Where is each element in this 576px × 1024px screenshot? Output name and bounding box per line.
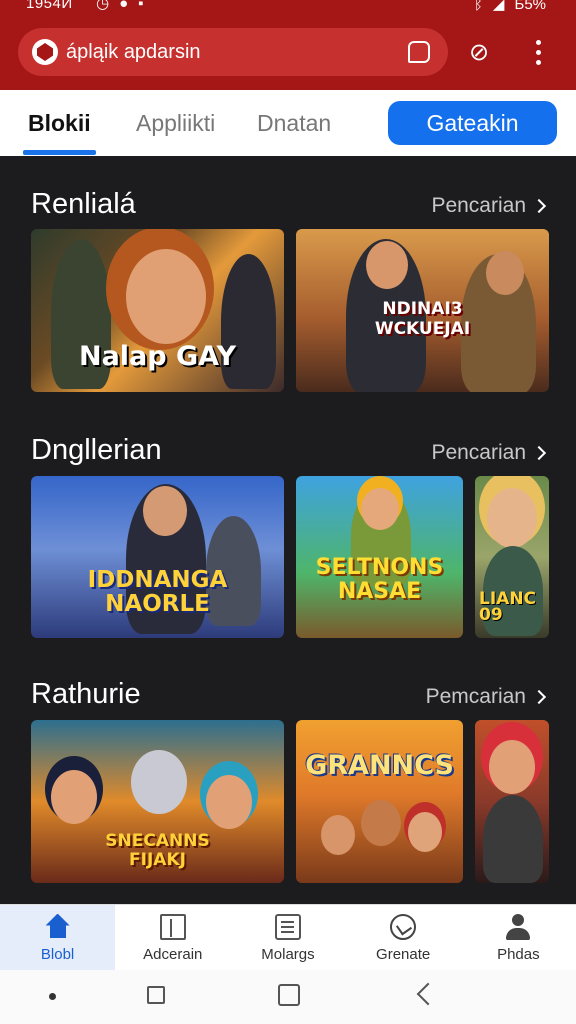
system-navigation-bar <box>0 970 576 1024</box>
share-icon[interactable]: ⊘ <box>461 34 497 70</box>
battery-level: Б5% <box>514 0 546 13</box>
tray-icon <box>274 913 301 940</box>
tab-dnatan[interactable]: Dnatan <box>257 110 331 137</box>
card-art <box>51 770 97 824</box>
url-bar[interactable]: ápląik apdarsin <box>18 28 448 76</box>
chevron-right-icon <box>531 689 547 705</box>
status-bar: 1954Й ◷●▪ ᛒ ◢ Б5% <box>0 0 576 18</box>
nav-label: Molargs <box>261 945 315 963</box>
section-title: Rathurie <box>31 678 141 710</box>
card-art <box>366 241 408 289</box>
card-title: SNECANNS FIJAKJ <box>105 831 210 870</box>
nav-label: Phdas <box>497 945 540 963</box>
game-card[interactable] <box>475 720 549 883</box>
game-card[interactable]: LIANC 09 <box>475 476 549 638</box>
card-art <box>361 488 399 530</box>
chevron-right-icon <box>531 445 547 461</box>
section-title: Dngllerian <box>31 434 162 466</box>
section-more-link[interactable]: Pemcarian <box>425 685 547 709</box>
home-square-icon[interactable] <box>278 984 300 1006</box>
card-art <box>321 815 355 855</box>
card-title: GRANNCS <box>305 750 454 781</box>
card-art <box>361 800 401 846</box>
kebab-icon <box>535 39 541 65</box>
site-logo-icon <box>32 39 58 65</box>
home-icon <box>45 914 71 940</box>
browser-header: 1954Й ◷●▪ ᛒ ◢ Б5% ápląik apdarsin ⊘ <box>0 0 576 90</box>
section-more-label: Pencarian <box>431 194 526 217</box>
content-area: Renlialá Pencarian Nalap GAY NDINAI3 WCK… <box>0 156 576 904</box>
chevron-right-icon <box>531 198 547 214</box>
bottom-navigation: Blobl Adcerain Molargs Grenate Phdas <box>0 904 576 971</box>
nav-item-blobl[interactable]: Blobl <box>0 905 116 971</box>
game-card[interactable]: GRANNCS <box>296 720 463 883</box>
card-title: IDDNANGA NAORLE <box>87 567 228 617</box>
card-title: LIANC 09 <box>479 589 537 625</box>
card-art <box>487 488 537 548</box>
card-art <box>483 795 543 883</box>
bluetooth-icon: ᛒ <box>473 0 483 13</box>
card-title: SELTNONS NASAE <box>315 555 444 604</box>
nav-item-molargs[interactable]: Molargs <box>230 905 345 971</box>
game-card[interactable]: Nalap GAY <box>31 229 284 392</box>
section-more-label: Pencarian <box>431 441 526 464</box>
tab-switcher-icon[interactable] <box>408 41 430 63</box>
section-more-link[interactable]: Pencarian <box>431 441 547 465</box>
nav-item-adcerain[interactable]: Adcerain <box>115 905 230 971</box>
url-text[interactable]: ápląik apdarsin <box>66 41 408 64</box>
section-more-label: Pemcarian <box>425 685 526 708</box>
nav-label: Blobl <box>40 945 75 963</box>
game-card[interactable]: IDDNANGA NAORLE <box>31 476 284 638</box>
card-title: NDINAI3 WCKUEJAI <box>374 299 471 339</box>
tab-appliikti[interactable]: Appliikti <box>136 110 215 137</box>
card-art <box>131 750 187 814</box>
dot-icon[interactable] <box>49 993 56 1000</box>
nav-item-grenate[interactable]: Grenate <box>346 905 461 971</box>
more-menu-button[interactable] <box>520 34 556 70</box>
nav-label: Grenate <box>376 945 431 963</box>
bars-icon <box>159 913 186 940</box>
card-art <box>206 775 252 829</box>
game-card[interactable]: NDINAI3 WCKUEJAI <box>296 229 549 392</box>
card-art <box>486 251 524 295</box>
person-icon <box>505 913 531 940</box>
section-more-link[interactable]: Pencarian <box>431 194 547 218</box>
card-art <box>143 486 187 536</box>
game-card[interactable]: SELTNONS NASAE <box>296 476 463 638</box>
recents-icon[interactable] <box>147 986 165 1004</box>
nav-label: Adcerain <box>143 945 203 963</box>
game-card[interactable]: SNECANNS FIJAKJ <box>31 720 284 883</box>
gateakin-button[interactable]: Gateakin <box>388 101 557 145</box>
active-tab-indicator <box>23 150 96 155</box>
back-icon[interactable] <box>416 982 440 1006</box>
status-time: 1954Й <box>26 0 73 12</box>
tab-blokii[interactable]: Blokii <box>28 110 91 137</box>
card-art <box>126 249 206 344</box>
nav-item-phdas[interactable]: Phdas <box>461 905 576 971</box>
card-art <box>408 812 442 852</box>
section-title: Renlialá <box>31 188 136 220</box>
status-notification-icons: ◷●▪ <box>96 0 154 12</box>
chat-icon <box>390 913 417 940</box>
card-title: Nalap GAY <box>78 341 237 372</box>
signal-icon: ◢ <box>492 0 505 13</box>
status-right: ᛒ ◢ Б5% <box>474 0 546 13</box>
card-art <box>489 740 535 794</box>
